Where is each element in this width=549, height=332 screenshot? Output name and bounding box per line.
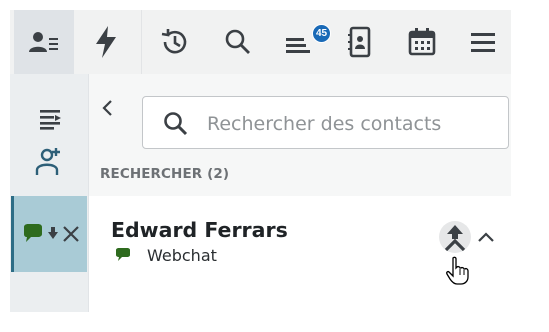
queue-count-badge: 45	[312, 24, 331, 43]
contacts-tab[interactable]	[14, 10, 74, 74]
contacts-panel: RECHERCHER (2) Edward Ferrars Webchat	[89, 74, 511, 312]
app-window: 45 Rechercher des contacts RECHERCHER (2…	[10, 10, 511, 312]
conversation-icon	[23, 224, 42, 242]
main-menu-button[interactable]	[455, 10, 511, 74]
results-section-title: RECHERCHER (2)	[100, 166, 230, 182]
menu-icon	[471, 33, 495, 52]
address-book-icon	[348, 26, 371, 58]
list-view-button[interactable]	[10, 104, 89, 134]
add-contact-button[interactable]	[10, 144, 89, 178]
calendar-button[interactable]	[394, 10, 450, 74]
search-input[interactable]	[205, 105, 499, 143]
lightning-icon	[96, 26, 116, 58]
arrow-icon	[47, 227, 58, 239]
chevron-left-icon	[102, 100, 112, 116]
search-icon	[164, 112, 188, 136]
search-box[interactable]	[142, 96, 509, 149]
left-rail	[10, 74, 89, 312]
add-contact-icon	[35, 148, 60, 175]
merge-arrow-icon	[444, 225, 466, 251]
expand-button[interactable]	[475, 226, 497, 248]
queue-icon	[286, 38, 310, 53]
contact-name: Edward Ferrars	[111, 218, 288, 242]
list-icon	[39, 110, 61, 130]
search-icon	[225, 29, 250, 54]
hand-cursor-icon	[446, 256, 469, 285]
history-button[interactable]	[146, 10, 202, 74]
address-book-button[interactable]	[332, 10, 388, 74]
channel-label: Webchat	[147, 246, 217, 265]
chat-icon	[116, 248, 130, 261]
toolbar-divider	[141, 10, 142, 74]
active-conversation-tab[interactable]	[11, 196, 87, 272]
back-button[interactable]	[97, 96, 117, 120]
contact-row[interactable]: Edward Ferrars Webchat	[89, 196, 511, 312]
quick-actions-button[interactable]	[78, 10, 134, 74]
history-icon	[161, 29, 187, 54]
chevron-up-icon	[478, 232, 494, 242]
search-button[interactable]	[210, 10, 266, 74]
accept-button[interactable]	[439, 221, 471, 253]
top-toolbar: 45	[10, 10, 511, 74]
contacts-icon	[29, 32, 58, 52]
calendar-icon	[408, 28, 436, 56]
close-icon[interactable]	[62, 225, 80, 243]
